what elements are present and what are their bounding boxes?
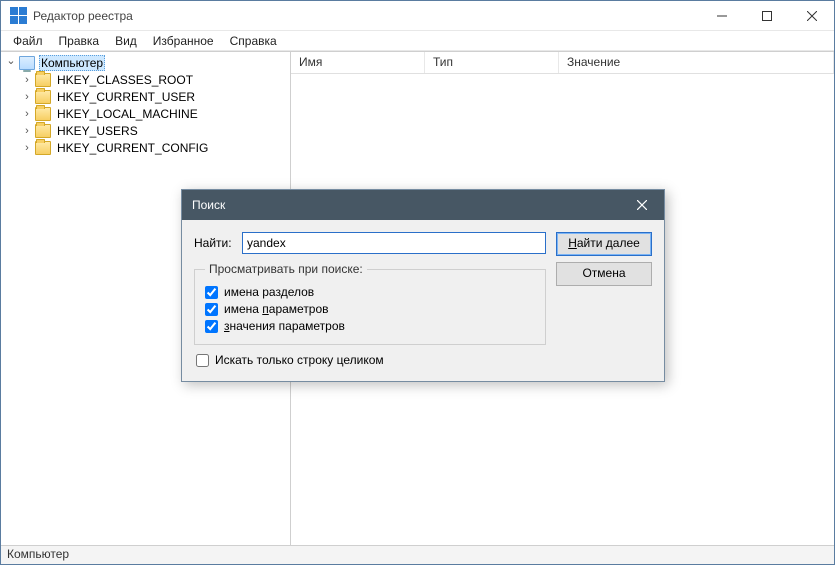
lookat-group: Просматривать при поиске: имена разделов… bbox=[194, 262, 546, 345]
checkbox-keys-input[interactable] bbox=[205, 286, 218, 299]
checkbox-values[interactable]: имена параметров bbox=[205, 302, 535, 316]
checkbox-label: имена параметров bbox=[224, 302, 329, 316]
close-button[interactable] bbox=[789, 1, 834, 30]
expand-toggle-icon[interactable] bbox=[21, 142, 33, 154]
tree-node-label: HKEY_CURRENT_CONFIG bbox=[55, 141, 210, 155]
tree-node-hive[interactable]: HKEY_USERS bbox=[1, 122, 290, 139]
tree-node-label: HKEY_USERS bbox=[55, 124, 140, 138]
window-title: Редактор реестра bbox=[33, 9, 133, 23]
expand-toggle-icon[interactable] bbox=[21, 74, 33, 86]
lookat-legend: Просматривать при поиске: bbox=[205, 262, 367, 276]
cancel-button[interactable]: Отмена bbox=[556, 262, 652, 286]
find-label: Найти: bbox=[194, 236, 242, 250]
maximize-button[interactable] bbox=[744, 1, 789, 30]
titlebar: Редактор реестра bbox=[1, 1, 834, 31]
dialog-close-button[interactable] bbox=[620, 190, 664, 220]
find-next-button[interactable]: Найти далее bbox=[556, 232, 652, 256]
checkbox-keys[interactable]: имена разделов bbox=[205, 285, 535, 299]
app-icon bbox=[9, 7, 27, 25]
computer-icon bbox=[19, 56, 35, 70]
folder-icon bbox=[35, 124, 51, 138]
column-header-type[interactable]: Тип bbox=[425, 52, 559, 73]
expand-toggle-icon[interactable] bbox=[21, 91, 33, 103]
tree-node-label: HKEY_CLASSES_ROOT bbox=[55, 73, 195, 87]
tree-node-hive[interactable]: HKEY_LOCAL_MACHINE bbox=[1, 105, 290, 122]
dialog-titlebar: Поиск bbox=[182, 190, 664, 220]
folder-icon bbox=[35, 90, 51, 104]
menu-view[interactable]: Вид bbox=[107, 32, 145, 50]
menubar: Файл Правка Вид Избранное Справка bbox=[1, 31, 834, 51]
checkbox-whole-string-input[interactable] bbox=[196, 354, 209, 367]
column-header-name[interactable]: Имя bbox=[291, 52, 425, 73]
menu-file[interactable]: Файл bbox=[5, 32, 51, 50]
find-dialog: Поиск Найти: Просматривать при поиске: и… bbox=[181, 189, 665, 382]
list-header: Имя Тип Значение bbox=[291, 52, 834, 74]
statusbar: Компьютер bbox=[1, 545, 834, 564]
checkbox-data[interactable]: значения параметров bbox=[205, 319, 535, 333]
checkbox-whole-string[interactable]: Искать только строку целиком bbox=[194, 353, 546, 367]
folder-icon bbox=[35, 73, 51, 87]
expand-toggle-icon[interactable] bbox=[21, 108, 33, 120]
menu-favorites[interactable]: Избранное bbox=[145, 32, 222, 50]
registry-editor-window: Редактор реестра Файл Правка Вид Избранн… bbox=[0, 0, 835, 565]
folder-icon bbox=[35, 141, 51, 155]
dialog-title: Поиск bbox=[192, 198, 225, 212]
statusbar-path: Компьютер bbox=[7, 547, 69, 561]
tree-node-label: Компьютер bbox=[39, 55, 105, 71]
registry-tree: Компьютер HKEY_CLASSES_ROOT HKEY_CURRENT… bbox=[1, 54, 290, 156]
checkbox-label: Искать только строку целиком bbox=[215, 353, 384, 367]
menu-help[interactable]: Справка bbox=[222, 32, 285, 50]
tree-node-hive[interactable]: HKEY_CURRENT_USER bbox=[1, 88, 290, 105]
checkbox-data-input[interactable] bbox=[205, 320, 218, 333]
folder-icon bbox=[35, 107, 51, 121]
find-input[interactable] bbox=[242, 232, 546, 254]
checkbox-label: имена разделов bbox=[224, 285, 314, 299]
column-header-value[interactable]: Значение bbox=[559, 52, 834, 73]
tree-node-hive[interactable]: HKEY_CLASSES_ROOT bbox=[1, 71, 290, 88]
expand-toggle-icon[interactable] bbox=[21, 125, 33, 137]
tree-node-hive[interactable]: HKEY_CURRENT_CONFIG bbox=[1, 139, 290, 156]
tree-node-label: HKEY_CURRENT_USER bbox=[55, 90, 197, 104]
tree-node-computer[interactable]: Компьютер HKEY_CLASSES_ROOT HKEY_CURRENT… bbox=[1, 54, 290, 156]
dialog-body: Найти: Просматривать при поиске: имена р… bbox=[182, 220, 664, 381]
checkbox-values-input[interactable] bbox=[205, 303, 218, 316]
checkbox-label: значения параметров bbox=[224, 319, 345, 333]
menu-edit[interactable]: Правка bbox=[51, 32, 108, 50]
expand-toggle-icon[interactable] bbox=[5, 56, 17, 69]
tree-node-label: HKEY_LOCAL_MACHINE bbox=[55, 107, 200, 121]
minimize-button[interactable] bbox=[699, 1, 744, 30]
